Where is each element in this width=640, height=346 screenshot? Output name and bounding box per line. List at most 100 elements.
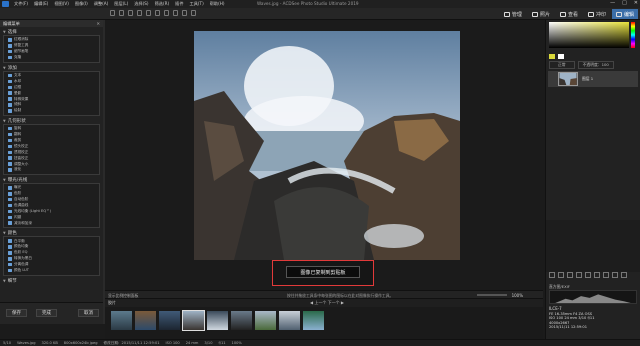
menu-tools[interactable]: 工具(T) — [190, 1, 204, 7]
section-items: 文本 水印 边框 晕影 特殊效果 倾斜 绘制 — [3, 70, 100, 116]
eraser-tool-icon[interactable] — [173, 10, 178, 16]
tool-icon — [8, 55, 12, 60]
menu-image[interactable]: 图像(I) — [75, 1, 88, 7]
chevron-down-icon[interactable]: ▼ — [3, 279, 6, 283]
crop-tool-icon[interactable] — [155, 10, 160, 16]
tool-label: 闪避 — [14, 214, 22, 219]
chevron-down-icon[interactable]: ▼ — [3, 119, 6, 123]
zoom-level[interactable]: 100% — [512, 293, 523, 298]
menu-select[interactable]: 选择(S) — [134, 1, 148, 7]
tool-icon — [8, 251, 12, 255]
mask-icon[interactable] — [567, 272, 573, 278]
close-button[interactable]: ✕ — [634, 0, 638, 6]
duplicate-layer-icon[interactable] — [558, 272, 564, 278]
mode-photos-button[interactable]: 照片 — [528, 9, 554, 19]
mode-edit-button[interactable]: 编辑 — [611, 9, 638, 19]
status-item: 800x600x24b jpeg — [63, 341, 98, 345]
cancel-button[interactable]: 取消 — [78, 309, 99, 317]
filmstrip-thumbnail[interactable] — [135, 311, 156, 330]
minimize-button[interactable]: — — [610, 0, 615, 6]
save-button[interactable]: 保存 — [6, 309, 27, 317]
filmstrip-thumbnail[interactable] — [182, 310, 205, 331]
menu-filter[interactable]: 筛选(R) — [155, 1, 170, 7]
chevron-down-icon[interactable]: ▼ — [3, 231, 6, 235]
edit-icon — [615, 11, 622, 17]
exif-iso: ISO 100 — [549, 316, 564, 321]
tool-icon — [8, 221, 12, 225]
menu-help[interactable]: 帮助(H) — [210, 1, 225, 7]
menu-layer[interactable]: 图层(L) — [114, 1, 128, 7]
edit-tool-item[interactable]: 减淡和加深 — [8, 220, 99, 226]
filmstrip-title: 胶片 — [108, 300, 116, 305]
filmstrip-thumbnail[interactable] — [231, 311, 252, 330]
section-items: 红眼消除 修复工具 细节画笔 克隆 — [3, 35, 100, 63]
hand-tool-icon[interactable] — [191, 10, 196, 16]
tool-icon — [8, 262, 12, 267]
foreground-swatch[interactable] — [549, 53, 555, 59]
link-icon[interactable] — [594, 272, 600, 278]
tool-icon — [8, 162, 12, 166]
menu-edit[interactable]: 编辑(E) — [34, 1, 48, 7]
tool-label: 裁剪 — [14, 138, 22, 143]
lasso-tool-icon[interactable] — [137, 10, 142, 16]
chevron-down-icon[interactable]: ▼ — [3, 66, 6, 70]
merge-icon[interactable] — [585, 272, 591, 278]
filmstrip — [105, 307, 543, 339]
brush-tool-icon[interactable] — [119, 10, 124, 16]
close-icon[interactable]: ✕ — [96, 21, 100, 26]
toast-message: 图像已复制到剪贴板 — [286, 266, 360, 278]
section-5: ▼ 细节 — [3, 278, 100, 284]
tool-label: 转换为黑白 — [14, 256, 32, 261]
color-picker[interactable] — [549, 22, 629, 48]
adjust-layer-icon[interactable] — [576, 272, 582, 278]
layer-tool-icons — [549, 272, 629, 278]
mode-develop-button[interactable]: 冲印 — [584, 9, 610, 19]
filmstrip-thumbnail[interactable] — [255, 311, 276, 330]
menu-plugins[interactable]: 插件 — [175, 1, 183, 7]
edited-photo — [194, 31, 460, 260]
filmstrip-thumbnail[interactable] — [159, 311, 180, 330]
filmstrip-thumbnail[interactable] — [207, 311, 228, 330]
mode-manage-button[interactable]: 管理 — [500, 9, 526, 19]
edit-tool-item[interactable]: 克隆 — [8, 55, 99, 61]
new-layer-icon[interactable] — [549, 272, 555, 278]
fx-icon[interactable] — [612, 272, 618, 278]
mode-view-button[interactable]: 查看 — [556, 9, 582, 19]
select-tool-icon[interactable] — [128, 10, 133, 16]
prev-image-button[interactable]: ◀ 上一个 — [310, 300, 326, 305]
menu-file[interactable]: 文件(F) — [14, 1, 28, 7]
edit-tool-item[interactable]: 颜色 LUT — [8, 268, 99, 274]
next-image-button[interactable]: 下一个 ▶ — [328, 300, 344, 305]
filmstrip-thumbnail[interactable] — [111, 311, 132, 330]
edit-tool-item[interactable]: 绘制 — [8, 108, 99, 114]
move-tool-icon[interactable] — [110, 10, 115, 16]
menu-view[interactable]: 视图(V) — [54, 1, 69, 7]
chevron-down-icon[interactable]: ▼ — [3, 30, 6, 34]
lock-icon[interactable] — [603, 272, 609, 278]
tool-icon — [8, 38, 12, 42]
filmstrip-thumbnail[interactable] — [303, 311, 324, 330]
tool-label: 白平衡 — [14, 238, 25, 243]
menu-adjust[interactable]: 调整(A) — [94, 1, 109, 7]
done-button[interactable]: 完成 — [36, 309, 57, 317]
wand-tool-icon[interactable] — [146, 10, 151, 16]
blend-mode-select[interactable]: 正常 — [549, 61, 575, 69]
zoom-slider[interactable] — [477, 294, 507, 296]
menu-bar: 文件(F) 编辑(E) 视图(V) 图像(I) 调整(A) 图层(L) 选择(S… — [14, 1, 225, 7]
tool-icon — [8, 97, 12, 101]
tool-label: 绘制 — [14, 108, 22, 113]
opacity-field[interactable]: 不透明度：100 — [577, 61, 614, 69]
background-swatch[interactable] — [558, 53, 564, 59]
text-tool-icon[interactable] — [164, 10, 169, 16]
section-title[interactable]: ▼ 细节 — [3, 278, 100, 284]
chevron-down-icon[interactable]: ▼ — [3, 178, 6, 182]
app-logo-icon — [2, 1, 9, 7]
edit-tool-item[interactable]: 液化 — [8, 167, 99, 173]
zoom-tool-icon[interactable] — [182, 10, 187, 16]
toolbar: 管理 照片 查看 冲印 编辑 — [0, 8, 640, 20]
hue-slider[interactable] — [631, 22, 635, 48]
tool-icon — [8, 150, 12, 155]
delete-layer-icon[interactable] — [621, 272, 627, 278]
maximize-button[interactable]: □ — [622, 0, 627, 6]
filmstrip-thumbnail[interactable] — [279, 311, 300, 330]
